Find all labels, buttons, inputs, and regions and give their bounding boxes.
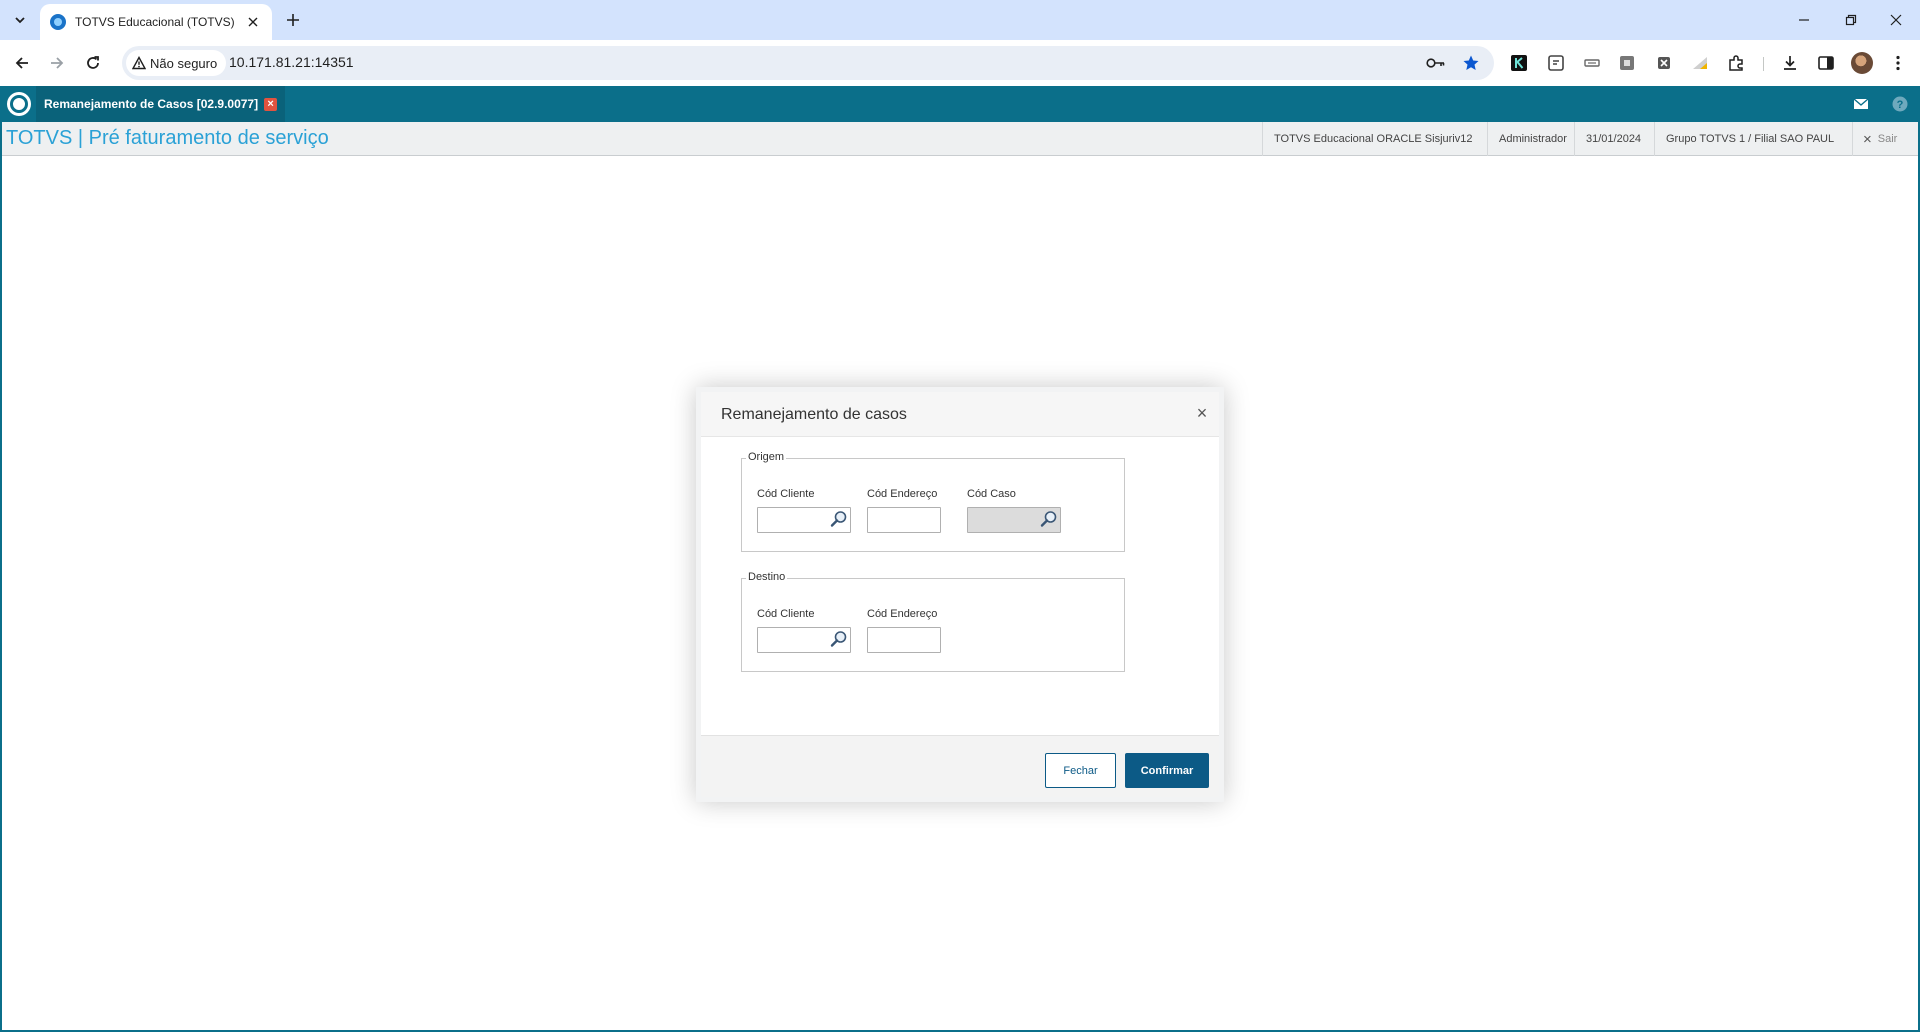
date-info: 31/01/2024 xyxy=(1574,122,1652,156)
address-bar[interactable]: Não seguro 10.171.81.21:14351 xyxy=(122,46,1494,80)
app-header: TOTVS | Pré faturamento de serviço TOTVS… xyxy=(2,122,1918,156)
minimize-button[interactable] xyxy=(1782,0,1826,40)
mail-icon[interactable] xyxy=(1852,95,1870,113)
destino-cod-endereco-label: Cód Endereço xyxy=(867,608,938,620)
arrow-left-icon xyxy=(15,57,28,69)
fechar-button[interactable]: Fechar xyxy=(1045,753,1116,788)
totvs-favicon-icon xyxy=(50,14,66,30)
dialog-footer: Fechar Confirmar xyxy=(701,735,1219,797)
browser-tab-active[interactable]: TOTVS Educacional (TOTVS) 02. xyxy=(40,4,272,40)
arrow-right-icon xyxy=(51,57,64,69)
close-icon: × xyxy=(1863,130,1872,148)
bookmark-star-icon[interactable] xyxy=(1461,53,1481,73)
svg-text:?: ? xyxy=(1897,99,1904,111)
exit-label: Sair xyxy=(1877,133,1898,145)
tab-search-button[interactable] xyxy=(8,8,32,32)
app-topbar: Remanejamento de Casos [02.9.0077] × ? xyxy=(0,86,1920,122)
origem-cod-endereco-label: Cód Endereço xyxy=(867,488,938,500)
reload-button[interactable] xyxy=(79,49,107,77)
close-icon xyxy=(1890,14,1902,26)
close-window-button[interactable] xyxy=(1874,0,1918,40)
extension-keyboard-icon[interactable] xyxy=(1582,53,1602,73)
app-tab-remanejamento[interactable]: Remanejamento de Casos [02.9.0077] × xyxy=(36,86,286,122)
reload-icon xyxy=(87,56,99,69)
confirmar-button[interactable]: Confirmar xyxy=(1125,753,1209,788)
side-panel-icon[interactable] xyxy=(1816,53,1836,73)
dialog-title: Remanejamento de casos xyxy=(721,406,907,423)
origem-caso-search-icon[interactable] xyxy=(1040,510,1058,528)
password-key-icon[interactable] xyxy=(1426,53,1446,73)
profile-avatar[interactable] xyxy=(1851,52,1873,74)
extension-signal-icon[interactable] xyxy=(1690,53,1710,73)
origem-fieldset: Origem Cód Cliente Cód Endereço Cód Caso xyxy=(741,451,1125,552)
toolbar-divider xyxy=(1763,57,1764,71)
restore-icon xyxy=(1845,14,1857,26)
origem-cliente-search-icon[interactable] xyxy=(830,510,848,528)
destino-cod-cliente-label: Cód Cliente xyxy=(757,608,815,620)
origem-legend: Origem xyxy=(746,451,787,463)
app-tab-label: Remanejamento de Casos [02.9.0077] xyxy=(44,97,259,111)
extension-tag-icon[interactable] xyxy=(1546,53,1566,73)
restore-button[interactable] xyxy=(1829,0,1873,40)
dialog-header: Remanejamento de casos × xyxy=(701,392,1219,437)
extension-puzzle-box-icon[interactable] xyxy=(1617,53,1637,73)
new-tab-button[interactable] xyxy=(281,8,305,32)
help-icon[interactable]: ? xyxy=(1891,95,1909,113)
download-icon[interactable] xyxy=(1780,53,1800,73)
app-tab-close-icon[interactable]: × xyxy=(264,97,278,111)
forward-button[interactable] xyxy=(43,49,71,77)
extensions-puzzle-icon[interactable] xyxy=(1726,53,1746,73)
dialog-close-icon[interactable]: × xyxy=(1193,404,1211,422)
browser-tab-title: TOTVS Educacional (TOTVS) 02. xyxy=(75,15,238,29)
browser-tabstrip: TOTVS Educacional (TOTVS) 02. xyxy=(0,0,1920,40)
tab-close-icon[interactable] xyxy=(244,13,262,31)
minimize-icon xyxy=(1799,19,1809,21)
browser-toolbar: Não seguro 10.171.81.21:14351 xyxy=(0,40,1920,86)
chevron-down-icon xyxy=(15,17,25,24)
origem-cod-endereco-input[interactable] xyxy=(867,507,941,533)
remanejamento-dialog: Remanejamento de casos × Origem Cód Clie… xyxy=(696,387,1224,802)
totvs-logo-icon[interactable] xyxy=(7,92,31,116)
security-label: Não seguro xyxy=(150,55,218,71)
destino-fieldset: Destino Cód Cliente Cód Endereço xyxy=(741,571,1125,672)
extension-x-icon[interactable] xyxy=(1654,53,1674,73)
user-info: Administrador xyxy=(1487,122,1578,156)
back-button[interactable] xyxy=(8,49,36,77)
url-text[interactable]: 10.171.81.21:14351 xyxy=(229,54,354,70)
plus-icon xyxy=(287,14,299,26)
more-menu-icon[interactable] xyxy=(1888,53,1908,73)
destino-legend: Destino xyxy=(746,571,788,583)
destino-cod-endereco-input[interactable] xyxy=(867,627,941,653)
security-chip[interactable]: Não seguro xyxy=(126,50,227,76)
exit-button[interactable]: × Sair xyxy=(1852,122,1907,156)
origem-cod-cliente-label: Cód Cliente xyxy=(757,488,815,500)
destino-cliente-search-icon[interactable] xyxy=(830,630,848,648)
origem-cod-caso-label: Cód Caso xyxy=(967,488,1016,500)
environment-info: TOTVS Educacional ORACLE Sisjuriv12 xyxy=(1262,122,1484,156)
branch-info: Grupo TOTVS 1 / Filial SAO PAUL xyxy=(1654,122,1845,156)
extension-k-icon[interactable] xyxy=(1509,53,1529,73)
page-title: TOTVS | Pré faturamento de serviço xyxy=(6,127,329,149)
warning-triangle-icon xyxy=(132,56,146,70)
